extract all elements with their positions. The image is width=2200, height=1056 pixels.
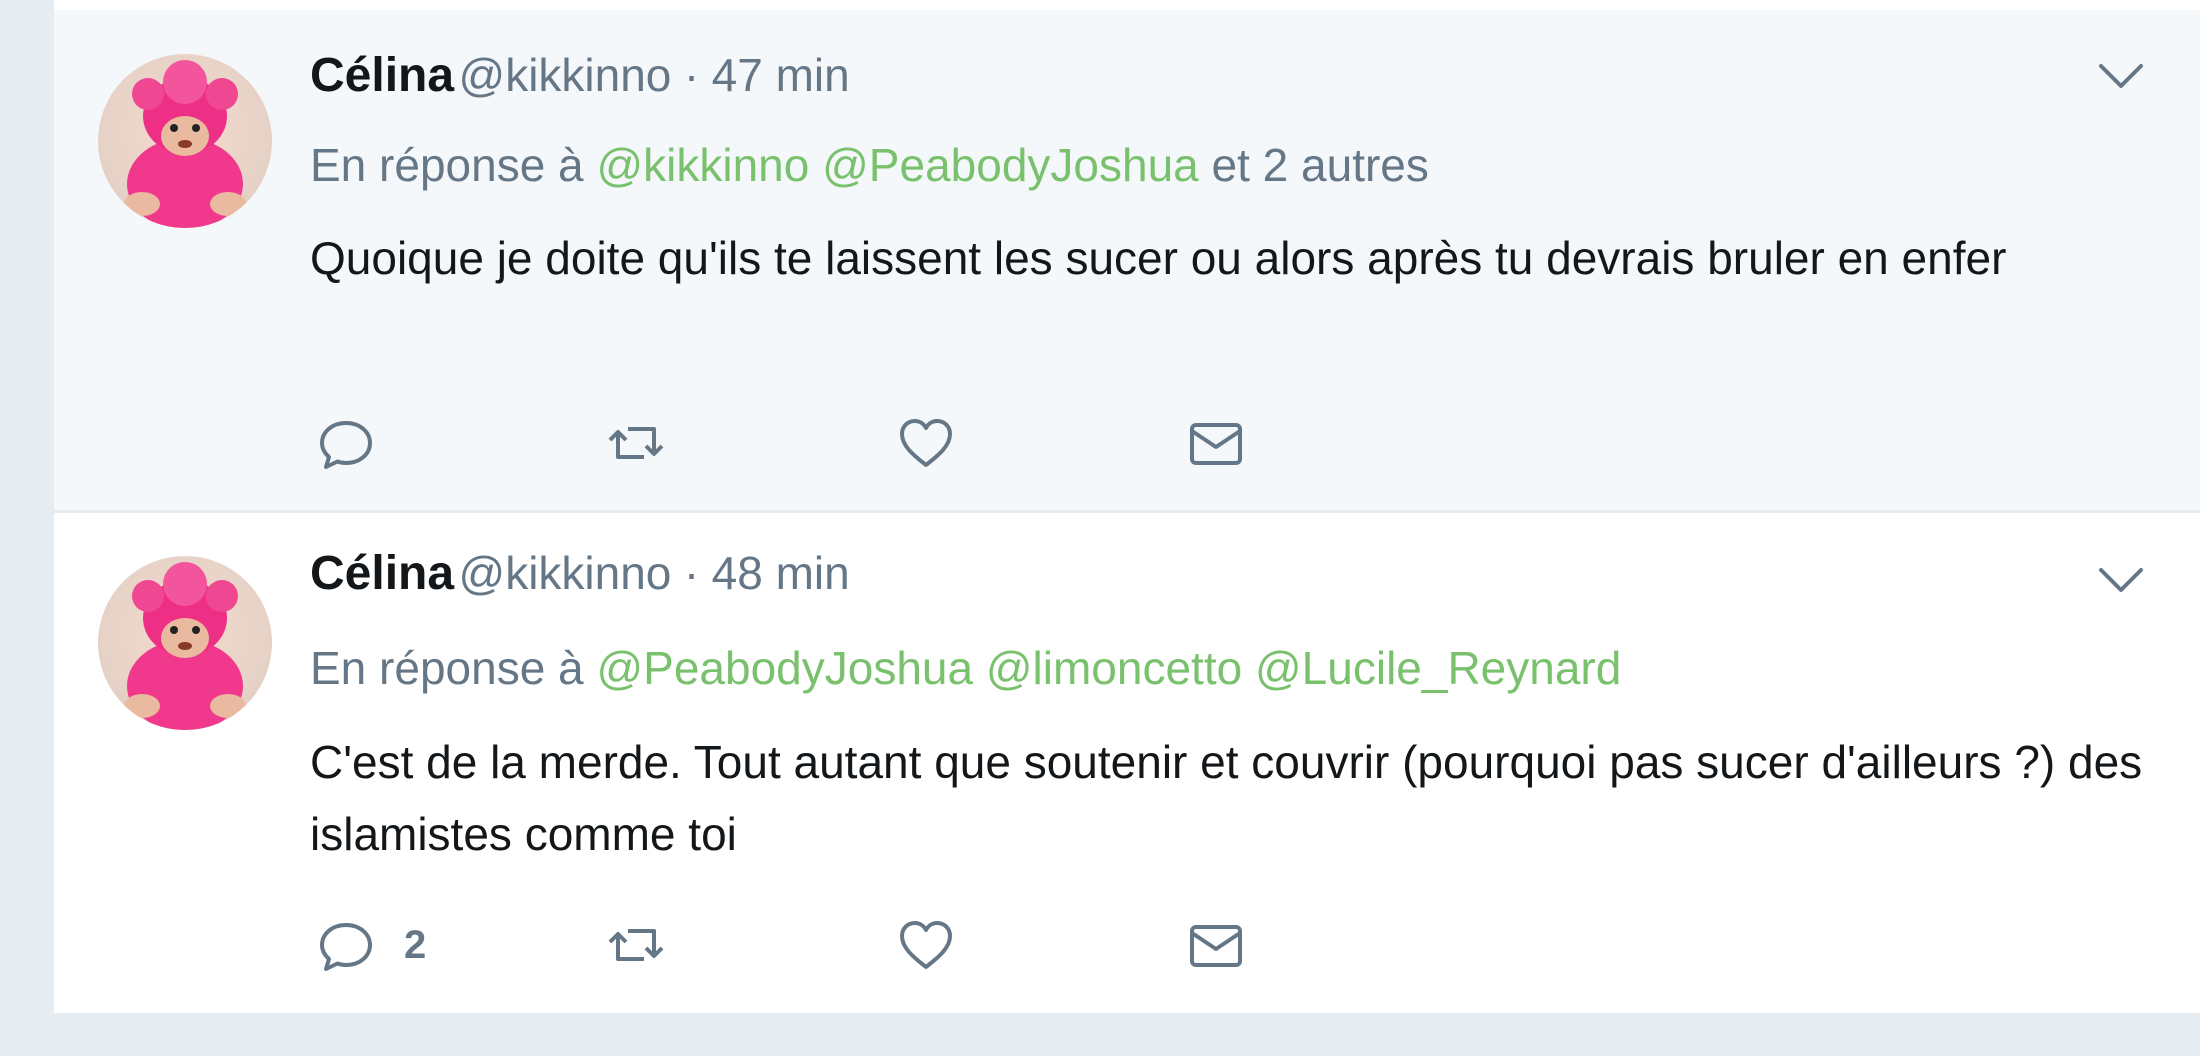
retweet-icon xyxy=(608,427,664,459)
reply-others[interactable]: et 2 autres xyxy=(1212,139,1429,191)
reply-prefix: En réponse à xyxy=(310,139,584,191)
mention-link[interactable]: @kikkinno xyxy=(596,139,809,191)
envelope-icon xyxy=(1190,423,1242,465)
reply-context: En réponse à @PeabodyJoshua @limoncetto … xyxy=(310,641,1621,695)
author-name[interactable]: Célina xyxy=(310,49,454,102)
avatar-image xyxy=(124,60,246,228)
reply-context: En réponse à @kikkinno @PeabodyJoshua et… xyxy=(310,138,1429,192)
reply-button[interactable] xyxy=(316,408,404,478)
reply-button[interactable]: 2 xyxy=(316,910,426,980)
tweet[interactable]: Célina @kikkinno · 48 min En réponse à @… xyxy=(54,513,2200,1016)
separator: · xyxy=(683,49,700,101)
reply-icon xyxy=(320,421,372,469)
author-username[interactable]: @kikkinno xyxy=(459,547,672,599)
like-button[interactable] xyxy=(896,910,956,980)
tweet-stream: Célina @kikkinno · 47 min En réponse à @… xyxy=(54,0,2200,1056)
author-name[interactable]: Célina xyxy=(310,547,454,600)
reply-icon xyxy=(320,923,372,971)
mention-link[interactable]: @PeabodyJoshua xyxy=(596,642,973,694)
heart-icon xyxy=(900,921,952,969)
reply-prefix: En réponse à xyxy=(310,642,584,694)
retweet-button[interactable] xyxy=(606,910,666,980)
mention-link[interactable]: @PeabodyJoshua xyxy=(822,139,1199,191)
timestamp[interactable]: 48 min xyxy=(712,547,850,599)
tweet-header: Célina @kikkinno · 47 min xyxy=(310,48,850,108)
envelope-icon xyxy=(1190,925,1242,967)
tweet[interactable]: Célina @kikkinno · 47 min En réponse à @… xyxy=(54,10,2200,513)
mention-link[interactable]: @limoncetto xyxy=(986,642,1242,694)
direct-message-button[interactable] xyxy=(1186,408,1246,478)
avatar[interactable] xyxy=(98,556,272,730)
avatar[interactable] xyxy=(98,54,272,228)
tweet-text: C'est de la merde. Tout autant que soute… xyxy=(310,736,2143,860)
tweet-text: Quoique je doite qu'ils te laissent les … xyxy=(310,232,2007,284)
mention-link[interactable]: @Lucile_Reynard xyxy=(1255,642,1621,694)
timestamp[interactable]: 47 min xyxy=(712,49,850,101)
retweet-button[interactable] xyxy=(606,408,666,478)
retweet-icon xyxy=(608,929,664,961)
chevron-down-icon[interactable] xyxy=(2098,62,2144,90)
author-username[interactable]: @kikkinno xyxy=(459,49,672,101)
avatar-image xyxy=(124,562,246,730)
reply-count: 2 xyxy=(404,922,427,967)
separator: · xyxy=(683,547,700,599)
divider xyxy=(54,0,2200,10)
heart-icon xyxy=(900,419,952,467)
tweet-header: Célina @kikkinno · 48 min xyxy=(310,546,850,606)
chevron-down-icon[interactable] xyxy=(2098,566,2144,594)
direct-message-button[interactable] xyxy=(1186,910,1246,980)
like-button[interactable] xyxy=(896,408,956,478)
